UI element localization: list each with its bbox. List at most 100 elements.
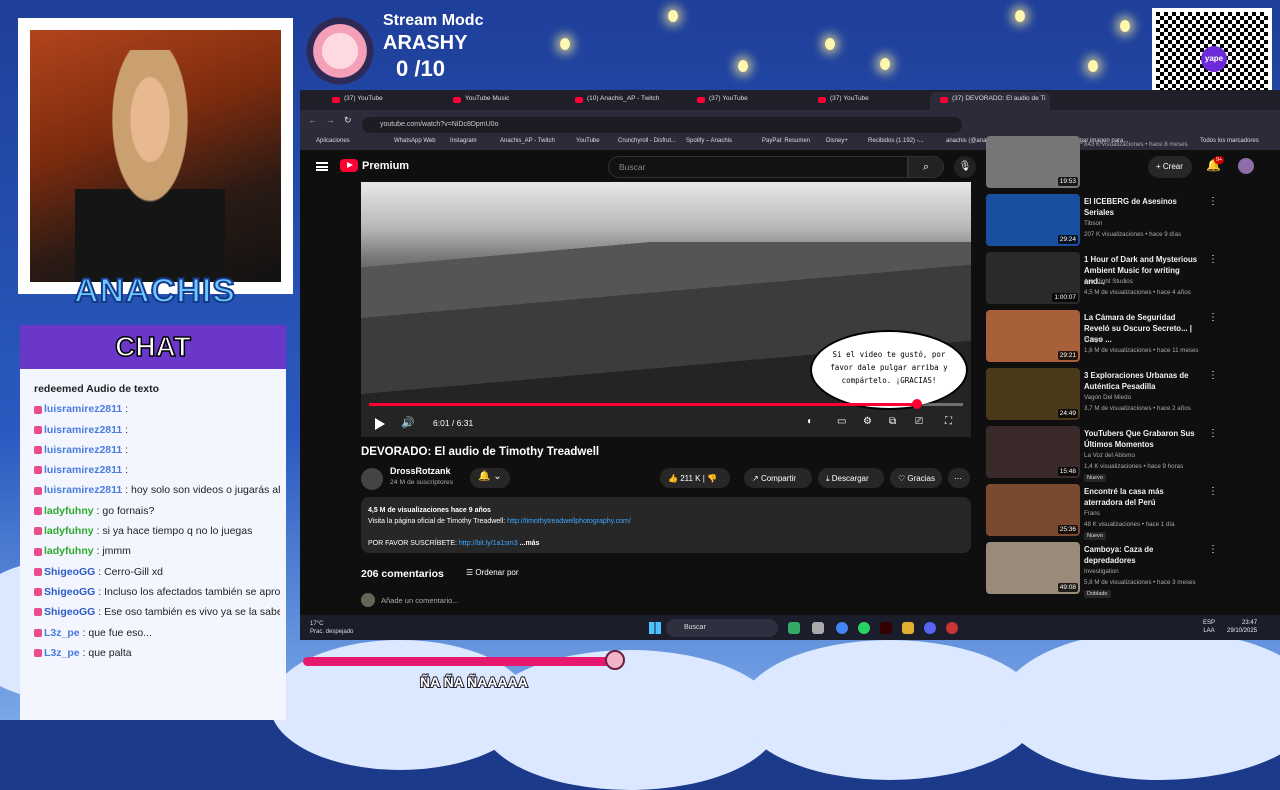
cast-icon[interactable]: ⎚ — [915, 416, 923, 427]
youtube-logo-icon[interactable] — [340, 159, 358, 172]
video-thumbnail[interactable]: 15:48 — [986, 426, 1080, 478]
mic-icon[interactable]: 🎙 — [954, 156, 976, 178]
channel-name[interactable]: DrossRotzank — [390, 466, 451, 476]
chrome-icon[interactable] — [836, 622, 848, 634]
chat-username[interactable]: ShigeoGG — [44, 566, 95, 578]
video-thumbnail[interactable]: 24:49 — [986, 368, 1080, 420]
chat-username[interactable]: ShigeoGG — [44, 606, 95, 618]
autoplay-toggle-icon[interactable]: ◐ — [807, 416, 813, 427]
video-thumbnail[interactable]: 19:53 — [986, 136, 1080, 188]
related-video-item[interactable]: 24:49 3 Exploraciones Urbanas de Auténtic… — [986, 368, 1266, 420]
description-box[interactable]: 4,5 M de visualizaciones hace 9 años Vis… — [361, 497, 971, 553]
download-button[interactable]: ⤓ Descargar — [818, 468, 884, 488]
sort-button[interactable]: ☰ Ordenar por — [466, 568, 519, 577]
language-indicator[interactable]: ESP LAA — [1203, 619, 1215, 635]
video-channel[interactable]: Fuego — [1084, 336, 1102, 343]
more-options-icon[interactable]: ⋮ — [1208, 254, 1218, 265]
app-icon[interactable] — [788, 622, 800, 634]
bookmark-item[interactable]: Disney+ — [826, 138, 848, 144]
bookmark-item[interactable]: Spotify – Anachis — [686, 138, 732, 144]
video-thumbnail[interactable]: 29:24 — [986, 194, 1080, 246]
bookmark-item[interactable]: Crunchyroll - Disfrut... — [618, 138, 676, 144]
video-channel[interactable]: Frans — [1084, 510, 1100, 517]
video-thumbnail[interactable]: 29:21 — [986, 310, 1080, 362]
related-video-item[interactable]: 1:00:07 1 Hour of Dark and Mysterious Amb… — [986, 252, 1266, 304]
related-video-item[interactable]: 29:21 La Cámara de Seguridad Reveló su Os… — [986, 310, 1266, 362]
browser-tab[interactable]: (10) Anachis_AP - Twitch× — [565, 92, 685, 110]
like-button[interactable]: 👍 211 K | 👎 — [660, 468, 730, 488]
subscription-bell-button[interactable]: 🔔 ⌄ — [470, 468, 510, 488]
related-video-item[interactable]: 49:08 Camboya: Caza de depredadores Invest… — [986, 542, 1266, 598]
windows-start-icon[interactable] — [649, 622, 661, 634]
system-clock[interactable]: 23:47 29/10/2025 — [1227, 619, 1257, 635]
discord-icon[interactable] — [924, 622, 936, 634]
share-button[interactable]: ↗ Compartir — [744, 468, 812, 488]
chat-username[interactable]: luisramirez2811 — [44, 403, 122, 415]
chat-username[interactable]: luisramirez2811 — [44, 484, 122, 496]
browser-tab[interactable]: (37) YouTube× — [808, 92, 928, 110]
bookmark-item[interactable]: Anachis_AP - Twitch — [500, 138, 555, 144]
miniplayer-icon[interactable]: ⧉ — [889, 416, 896, 427]
chat-username[interactable]: luisramirez2811 — [44, 424, 122, 436]
video-channel[interactable]: Vagón Del Miedo — [1084, 394, 1131, 401]
settings-icon[interactable]: ⚙ — [863, 416, 872, 427]
show-more-link[interactable]: ...más — [520, 540, 540, 547]
app-icon[interactable] — [946, 622, 958, 634]
bookmark-item[interactable]: YouTube — [576, 138, 600, 144]
browser-tab[interactable]: (37) YouTube× — [687, 92, 807, 110]
chat-username[interactable]: L3z_pe — [44, 647, 80, 659]
volume-icon[interactable]: 🔊 — [401, 416, 415, 429]
related-video-item[interactable]: 29:24 El ICEBERG de Asesinos Seriales Tibs… — [986, 194, 1266, 246]
taskbar-search[interactable]: Buscar — [666, 619, 778, 637]
browser-tab[interactable]: (37) YouTube× — [322, 92, 442, 110]
play-icon[interactable] — [375, 418, 385, 430]
folder-icon[interactable] — [902, 622, 914, 634]
video-title[interactable]: Camboya: Caza de depredadores — [1084, 544, 1202, 566]
browser-tab[interactable]: YouTube Music× — [443, 92, 563, 110]
chat-username[interactable]: luisramirez2811 — [44, 464, 122, 476]
reload-icon[interactable]: ↻ — [344, 115, 352, 126]
back-icon[interactable]: ← — [308, 115, 317, 125]
video-channel[interactable]: Arondight Studios — [1084, 278, 1133, 285]
whatsapp-icon[interactable] — [858, 622, 870, 634]
related-video-item[interactable]: 25:36 Encontré la casa más aterradora del… — [986, 484, 1266, 540]
chat-username[interactable]: ladyfuhny — [44, 525, 94, 537]
subtitles-icon[interactable]: ▭ — [837, 416, 846, 427]
related-video-item[interactable]: 19:53 843 K visualizaciones • hace 8 mese… — [986, 136, 1266, 188]
youtube-premium-label[interactable]: Premium — [362, 160, 409, 172]
video-thumbnail[interactable]: 25:36 — [986, 484, 1080, 536]
bookmark-item[interactable]: Recibidos (1.192) -... — [868, 138, 924, 144]
more-options-icon[interactable]: ⋮ — [1208, 196, 1218, 207]
video-title[interactable]: YouTubers Que Grabaron Sus Últimos Momen… — [1084, 428, 1202, 450]
add-comment-input[interactable]: Añade un comentario... — [381, 596, 459, 605]
more-actions-icon[interactable]: ⋯ — [948, 468, 970, 488]
subscribe-link[interactable]: http://bit.ly/1a1sm3 — [459, 540, 518, 547]
menu-icon[interactable] — [316, 162, 328, 171]
weather-widget[interactable]: 17°C Prac. despejado — [310, 620, 353, 636]
app-icon[interactable] — [812, 622, 824, 634]
chat-username[interactable]: ladyfuhny — [44, 545, 94, 557]
video-thumbnail[interactable]: 49:08 — [986, 542, 1080, 594]
search-icon[interactable]: ⌕ — [908, 156, 944, 178]
video-player[interactable]: Si el video te gustó, por favor dale pul… — [361, 182, 971, 437]
browser-tab[interactable]: (37) DEVORADO: El audio de Ti× — [930, 92, 1050, 110]
video-title[interactable]: Encontré la casa más aterradora del Perú — [1084, 486, 1202, 508]
chat-username[interactable]: L3z_pe — [44, 627, 80, 639]
chat-username[interactable]: ladyfuhny — [44, 505, 94, 517]
video-title[interactable]: 3 Exploraciones Urbanas de Auténtica Pes… — [1084, 370, 1202, 392]
forward-icon[interactable]: → — [326, 115, 335, 125]
video-title[interactable]: El ICEBERG de Asesinos Seriales — [1084, 196, 1202, 218]
progress-scrubber[interactable] — [911, 399, 922, 409]
more-options-icon[interactable]: ⋮ — [1208, 312, 1218, 323]
more-options-icon[interactable]: ⋮ — [1208, 370, 1218, 381]
search-input[interactable]: Buscar — [608, 156, 908, 178]
video-channel[interactable]: Investigation — [1084, 568, 1119, 575]
chat-username[interactable]: luisramirez2811 — [44, 444, 122, 456]
bookmark-item[interactable]: Aplicaciones — [316, 138, 350, 144]
bookmark-item[interactable]: Instagram — [450, 138, 477, 144]
more-options-icon[interactable]: ⋮ — [1208, 544, 1218, 555]
related-video-item[interactable]: 15:48 YouTubers Que Grabaron Sus Últimos … — [986, 426, 1266, 482]
more-options-icon[interactable]: ⋮ — [1208, 486, 1218, 497]
video-thumbnail[interactable]: 1:00:07 — [986, 252, 1080, 304]
channel-avatar[interactable] — [361, 468, 383, 490]
